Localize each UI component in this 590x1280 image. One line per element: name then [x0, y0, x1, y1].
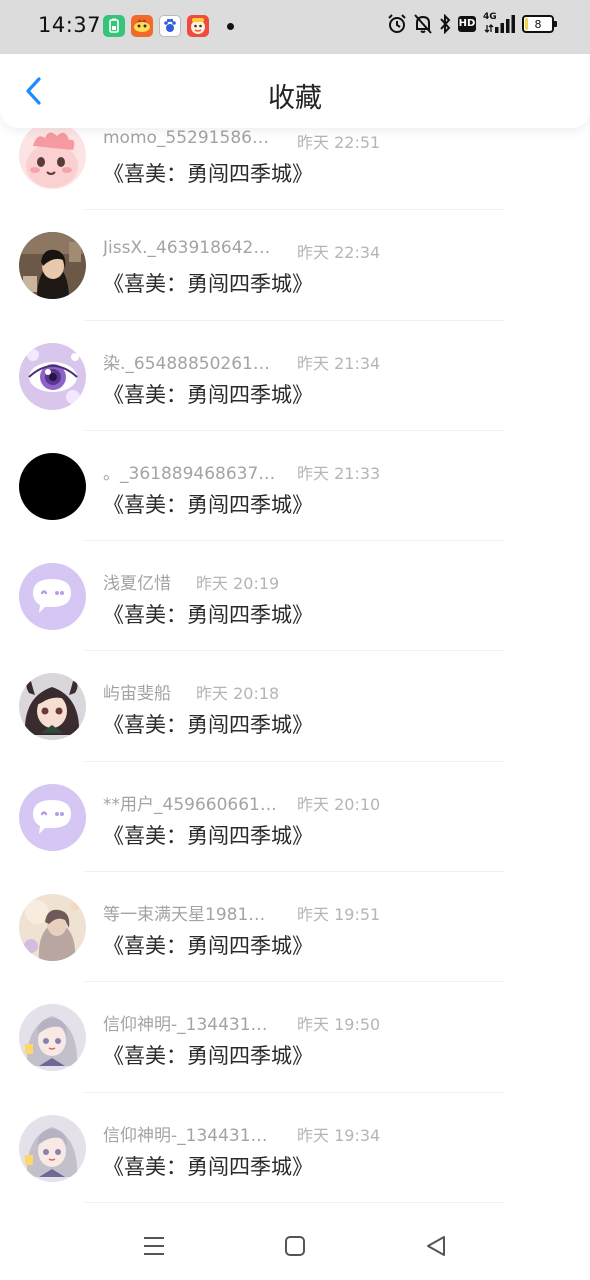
- list-item[interactable]: JissX._463918642… 昨天 22:34 《喜美：勇闯四季城》: [0, 210, 590, 321]
- screen: 14:37 HD 4G 8 收藏 momo_55291586… 昨天 22:51…: [0, 0, 590, 1280]
- status-time: 14:37: [38, 13, 102, 37]
- header: 收藏: [0, 54, 590, 128]
- favorites-list-inner: momo_55291586… 昨天 22:51 《喜美：勇闯四季城》 JissX._4…: [0, 128, 590, 1204]
- list-item[interactable]: 信仰神明-_134431… 昨天 19:34 《喜美：勇闯四季城》: [0, 1093, 590, 1204]
- user-name: **用户_459660661…: [103, 794, 277, 815]
- list-item[interactable]: 等一束满天星1981… 昨天 19:51 《喜美：勇闯四季城》: [0, 872, 590, 983]
- avatar[interactable]: [19, 894, 86, 962]
- game-icon: [187, 15, 209, 37]
- avatar[interactable]: [19, 342, 86, 410]
- favorite-title: 《喜美：勇闯四季城》: [103, 603, 313, 628]
- user-name: 等一束满天星1981…: [103, 905, 266, 926]
- nav-back-button[interactable]: [416, 1226, 456, 1266]
- avatar[interactable]: [19, 783, 86, 851]
- timestamp: 昨天 19:51: [297, 905, 381, 925]
- user-name: 浅夏亿惜: [103, 574, 171, 595]
- favorite-title: 《喜美：勇闯四季城》: [103, 713, 313, 738]
- list-item[interactable]: 。_361889468637… 昨天 21:33 《喜美：勇闯四季城》: [0, 431, 590, 542]
- battery-fill: [525, 18, 528, 30]
- list-item[interactable]: momo_55291586… 昨天 22:51 《喜美：勇闯四季城》: [0, 128, 590, 211]
- avatar[interactable]: [19, 673, 86, 741]
- user-name: 信仰神明-_134431…: [103, 1125, 268, 1146]
- status-app-icons: [103, 15, 209, 37]
- bluetooth-icon: [439, 14, 451, 34]
- favorite-title: 《喜美：勇闯四季城》: [103, 1044, 313, 1069]
- taobao-icon: [131, 15, 153, 37]
- avatar[interactable]: [19, 452, 86, 520]
- list-item[interactable]: 浅夏亿惜 昨天 20:19 《喜美：勇闯四季城》: [0, 541, 590, 652]
- user-name: 。_361889468637…: [103, 463, 276, 484]
- home-square-icon: [285, 1236, 305, 1256]
- cellular-signal-icon: 4G: [483, 12, 515, 34]
- user-name: 屿宙斐船: [103, 684, 171, 705]
- battery-indicator: 8: [522, 15, 557, 33]
- baidu-icon: [159, 15, 181, 37]
- back-triangle-icon: [427, 1236, 445, 1256]
- avatar[interactable]: [19, 1004, 86, 1072]
- favorite-title: 《喜美：勇闯四季城》: [103, 272, 313, 297]
- timestamp: 昨天 19:50: [297, 1015, 381, 1035]
- list-item[interactable]: **用户_459660661… 昨天 20:10 《喜美：勇闯四季城》: [0, 762, 590, 873]
- favorite-title: 《喜美：勇闯四季城》: [103, 162, 313, 186]
- favorite-title: 《喜美：勇闯四季城》: [103, 492, 313, 517]
- list-item[interactable]: 信仰神明-_134431… 昨天 19:50 《喜美：勇闯四季城》: [0, 982, 590, 1093]
- mute-bell-icon: [414, 14, 432, 34]
- battery-level: 8: [534, 17, 542, 31]
- avatar[interactable]: [19, 563, 86, 631]
- list-item[interactable]: 染._65488850261… 昨天 21:34 《喜美：勇闯四季城》: [0, 321, 590, 432]
- timestamp: 昨天 20:10: [297, 794, 381, 814]
- avatar[interactable]: [19, 128, 86, 189]
- favorite-title: 《喜美：勇闯四季城》: [103, 1154, 313, 1179]
- timestamp: 昨天 22:51: [297, 133, 381, 152]
- user-name: 染._65488850261…: [103, 353, 270, 374]
- avatar[interactable]: [19, 232, 86, 300]
- list-item[interactable]: 屿宙斐船 昨天 20:18 《喜美：勇闯四季城》: [0, 651, 590, 763]
- notification-dot: [227, 23, 234, 30]
- timestamp: 昨天 19:34: [297, 1125, 381, 1145]
- nav-home-button[interactable]: [275, 1226, 315, 1266]
- favorites-list[interactable]: momo_55291586… 昨天 22:51 《喜美：勇闯四季城》 JissX._4…: [0, 128, 590, 1208]
- nav-menu-button[interactable]: [134, 1226, 174, 1266]
- timestamp: 昨天 20:19: [196, 574, 280, 594]
- timestamp: 昨天 22:34: [297, 243, 381, 263]
- timestamp: 昨天 21:34: [297, 353, 381, 373]
- status-right-icons: HD 4G 8: [387, 12, 557, 34]
- favorite-title: 《喜美：勇闯四季城》: [103, 382, 313, 407]
- favorite-title: 《喜美：勇闯四季城》: [103, 823, 313, 848]
- page-title: 收藏: [268, 83, 322, 114]
- user-name: JissX._463918642…: [103, 238, 271, 259]
- alarm-icon: [387, 14, 407, 34]
- system-nav-bar: [0, 1208, 590, 1280]
- favorite-title: 《喜美：勇闯四季城》: [103, 934, 313, 959]
- avatar[interactable]: [19, 1114, 86, 1182]
- timestamp: 昨天 20:18: [196, 684, 280, 704]
- battery-saver-icon: [103, 15, 125, 37]
- user-name: momo_55291586…: [103, 128, 269, 148]
- status-bar: 14:37 HD 4G 8: [0, 0, 590, 54]
- timestamp: 昨天 21:33: [297, 463, 381, 483]
- menu-icon: [144, 1237, 164, 1255]
- user-name: 信仰神明-_134431…: [103, 1015, 268, 1036]
- hd-badge: HD: [458, 16, 476, 32]
